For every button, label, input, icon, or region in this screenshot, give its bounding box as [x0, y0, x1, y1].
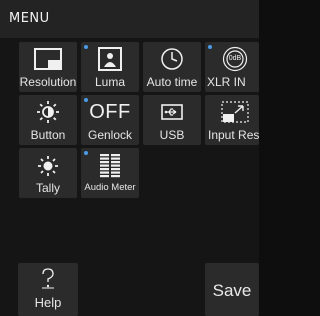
tile-label: USB: [159, 128, 185, 142]
clock-icon: [143, 47, 201, 71]
tile-label: Resolution: [19, 75, 77, 89]
input-res-icon: [211, 100, 259, 124]
tile-label: Button: [30, 128, 66, 142]
save-button[interactable]: Save: [205, 263, 259, 316]
menu-header: MENU: [0, 0, 259, 38]
tile-usb[interactable]: USB: [143, 95, 201, 145]
tile-label: Tally: [35, 181, 60, 195]
genlock-state-text: OFF: [89, 100, 131, 123]
menu-panel: Resolution Luma Auto time 0dB XLR IN But…: [0, 38, 259, 316]
save-label: Save: [212, 281, 252, 300]
tile-auto-time[interactable]: Auto time: [143, 42, 201, 92]
tile-button[interactable]: Button: [19, 95, 77, 145]
tile-label: Audio Meter: [84, 182, 136, 193]
luma-icon: [81, 47, 139, 71]
tile-luma[interactable]: Luma: [81, 42, 139, 92]
help-button[interactable]: Help: [18, 263, 78, 316]
xlr-gain-text: 0dB: [228, 55, 242, 62]
brightness-icon: [19, 100, 77, 124]
tile-label: Luma: [94, 75, 126, 89]
tile-label: Input Res: [208, 128, 259, 142]
genlock-icon: OFF: [81, 100, 139, 124]
tile-input-res[interactable]: Input Res: [205, 95, 259, 145]
usb-icon: [143, 100, 201, 124]
xlr-icon: 0dB: [211, 46, 259, 72]
tile-resolution[interactable]: Resolution: [19, 42, 77, 92]
tile-label: Auto time: [146, 75, 198, 89]
question-mark-icon: [18, 267, 78, 296]
tile-xlr-in[interactable]: 0dB XLR IN: [205, 42, 259, 92]
tile-tally[interactable]: Tally: [19, 148, 77, 198]
tile-label: XLR IN: [207, 75, 246, 89]
tally-icon: [19, 153, 77, 177]
audio-meter-icon: [81, 152, 139, 180]
menu-title: MENU: [9, 11, 50, 26]
tile-label: Genlock: [87, 128, 133, 142]
tile-genlock[interactable]: OFF Genlock: [81, 95, 139, 145]
resolution-icon: [19, 47, 77, 71]
tile-audio-meter[interactable]: Audio Meter: [81, 148, 139, 198]
help-label: Help: [34, 295, 62, 310]
